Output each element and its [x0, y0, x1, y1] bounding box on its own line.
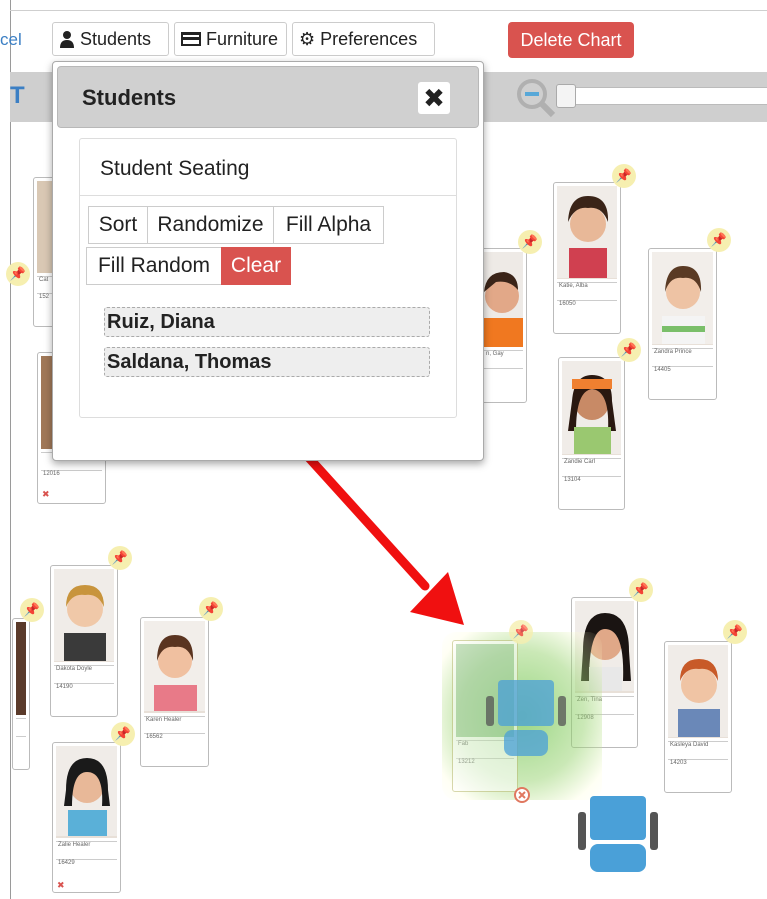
unseated-student-item[interactable]: Ruiz, Diana: [104, 307, 430, 337]
fill-random-button[interactable]: Fill Random: [86, 247, 222, 285]
close-icon[interactable]: ✖: [418, 82, 450, 114]
student-seating-panel: Student Seating Sort Randomize Fill Alph…: [79, 138, 457, 418]
panel-divider: [80, 195, 456, 196]
fill-alpha-button[interactable]: Fill Alpha: [273, 206, 384, 244]
unseated-student-item[interactable]: Saldana, Thomas: [104, 347, 430, 377]
dialog-header: Students ✖: [57, 66, 479, 128]
sort-button[interactable]: Sort: [88, 206, 148, 244]
dialog-title: Students: [82, 85, 177, 110]
randomize-button[interactable]: Randomize: [147, 206, 274, 244]
students-dialog: Students ✖ Student Seating Sort Randomiz…: [52, 61, 484, 461]
panel-title: Student Seating: [100, 157, 250, 180]
clear-button[interactable]: Clear: [221, 247, 291, 285]
